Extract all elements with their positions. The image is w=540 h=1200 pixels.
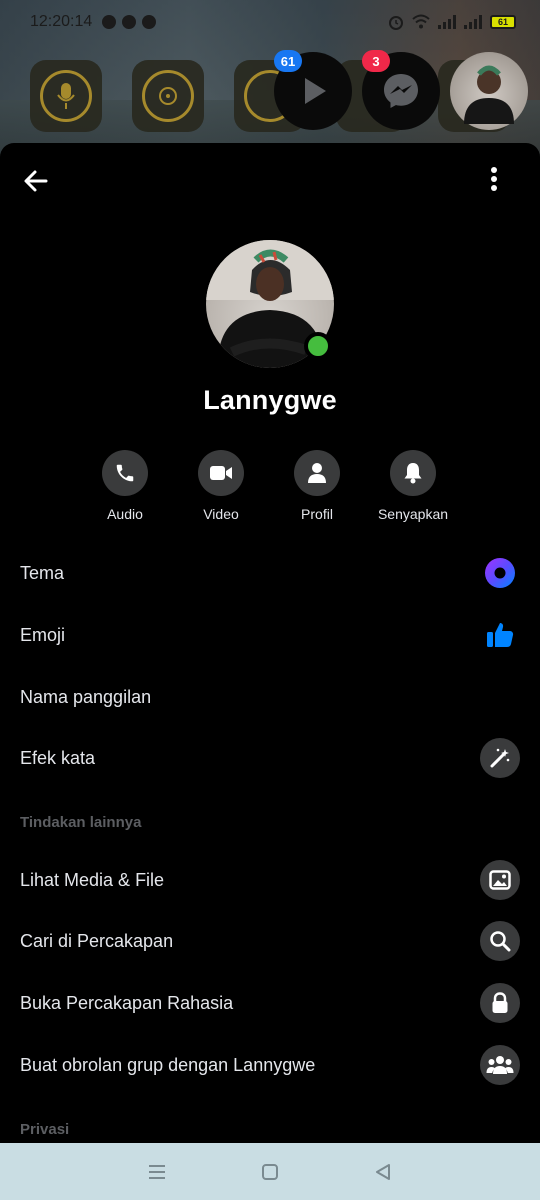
back-arrow-icon[interactable] [20,165,52,197]
more-options-icon[interactable] [478,163,510,195]
view-media-label: Lihat Media & File [20,869,165,890]
wifi-icon [412,14,430,29]
more-actions-title: Tindakan lainnya [20,814,142,831]
emoji-label: Emoji [20,624,66,645]
audio-label: Audio [107,506,143,522]
profile-label: Profil [301,506,333,522]
signal-2-icon [464,15,482,29]
messenger-icon [384,74,418,108]
system-navigation-bar [0,1143,540,1200]
telegram-notification-icon [122,15,137,29]
voice-recorder-app[interactable] [30,60,102,132]
view-profile-button[interactable]: Profil [267,450,367,522]
create-group-chat-row[interactable]: Buat obrolan grup dengan Lannygwe [0,1036,540,1094]
settings-word-effects-row[interactable]: Efek kata [0,729,540,787]
image-icon [480,860,520,900]
signal-1-icon [438,15,456,29]
home-icon[interactable] [260,1162,280,1182]
view-media-files-row[interactable]: Lihat Media & File [0,851,540,909]
profile-name: Lannygwe [203,385,337,415]
vinyl-icon [159,87,177,105]
play-icon [305,78,326,104]
theme-icon [480,553,520,593]
secret-conversation-label: Buka Percakapan Rahasia [20,992,234,1013]
search-icon [480,921,520,961]
privacy-title: Privasi [20,1121,70,1138]
microphone-icon [57,83,75,109]
sync-notification-icon [142,15,157,29]
video-call-button[interactable]: Video [171,450,271,522]
bell-icon [404,463,422,484]
search-conversation-row[interactable]: Cari di Percakapan [0,912,540,970]
theme-label: Tema [20,562,65,583]
status-bar: 12:20:14 61 [0,0,540,44]
recent-apps-icon[interactable] [147,1164,167,1180]
nickname-label: Nama panggilan [20,686,152,707]
battery-indicator: 61 [490,15,516,29]
messenger-notification-icon [102,15,117,29]
settings-nickname-row[interactable]: Nama panggilan [0,668,540,726]
alarm-icon [389,16,403,30]
settings-theme-row[interactable]: Tema [0,544,540,602]
search-conversation-label: Cari di Percakapan [20,930,174,951]
magic-wand-icon [480,738,520,778]
thumbs-up-icon [480,615,520,655]
video-camera-icon [210,466,232,480]
profile-avatar[interactable] [206,240,334,368]
lock-icon [480,983,520,1023]
back-nav-icon[interactable] [373,1162,393,1182]
conversation-details-panel: Lannygwe Audio Video Profil Senyapkan Te… [0,143,540,1143]
group-icon [480,1045,520,1085]
phone-icon [116,464,134,482]
music-player-app[interactable] [132,60,204,132]
play-badge: 61 [274,50,302,72]
online-status-indicator [304,332,332,360]
video-chat-head[interactable]: 61 [274,50,352,130]
settings-emoji-row[interactable]: Emoji [0,606,540,664]
mute-label: Senyapkan [377,506,449,522]
secret-conversation-row[interactable]: Buka Percakapan Rahasia [0,974,540,1032]
person-icon [308,463,326,483]
status-time: 12:20:14 [30,13,93,30]
create-group-label: Buat obrolan grup dengan Lannygwe [20,1054,316,1075]
video-label: Video [203,506,239,522]
contact-avatar-image [464,65,514,124]
messenger-chat-head[interactable]: 3 [362,50,440,130]
audio-call-button[interactable]: Audio [75,450,175,522]
word-effects-label: Efek kata [20,747,96,768]
messenger-badge: 3 [362,50,390,72]
contact-chat-head[interactable] [450,52,528,130]
mute-button[interactable]: Senyapkan [363,450,463,522]
